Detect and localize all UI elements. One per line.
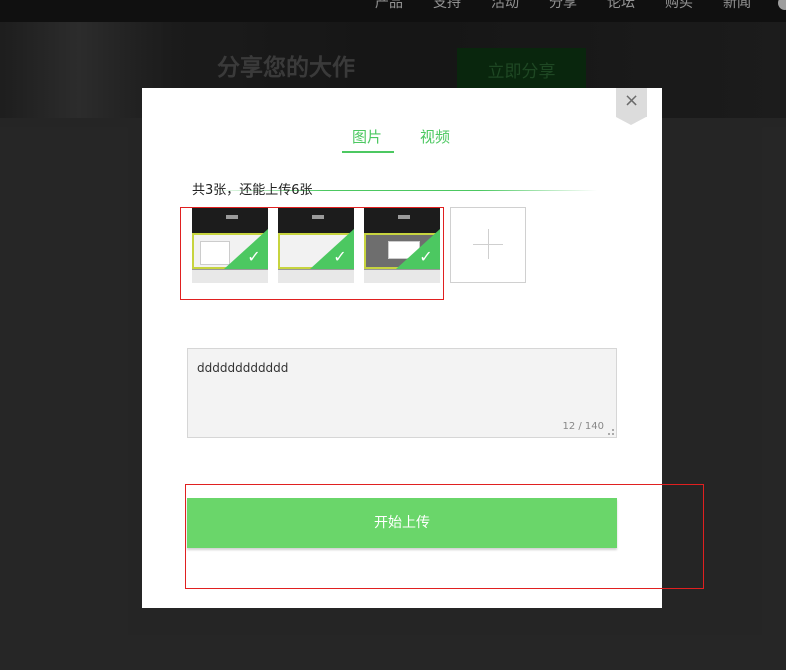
tab-videos[interactable]: 视频 (420, 126, 450, 147)
upload-count-status: 共3张，还能上传6张 (192, 183, 313, 198)
close-button[interactable]: × (616, 88, 647, 125)
description-box: dddddddddddd 12 / 140 (187, 348, 617, 438)
start-upload-button[interactable]: 开始上传 (187, 498, 617, 548)
upload-dialog: × 图片 视频 共3张，还能上传6张 ✓ ✓ ✓ dddddddddddd 12… (142, 88, 662, 608)
close-icon[interactable]: × (616, 88, 647, 113)
image-thumbnail[interactable]: ✓ (364, 207, 440, 283)
image-thumbnail[interactable]: ✓ (278, 207, 354, 283)
add-image-button[interactable] (450, 207, 526, 283)
description-input[interactable]: dddddddddddd (188, 349, 616, 437)
image-thumbnail[interactable]: ✓ (192, 207, 268, 283)
check-icon: ✓ (419, 247, 433, 266)
plus-icon[interactable] (451, 208, 525, 282)
media-tabs: 图片 视频 (142, 126, 662, 191)
check-icon: ✓ (247, 247, 261, 266)
active-tab-indicator (342, 151, 394, 153)
check-icon: ✓ (333, 247, 347, 266)
character-counter: 12 / 140 (562, 421, 604, 432)
tab-pictures[interactable]: 图片 (352, 126, 382, 147)
resize-icon[interactable] (608, 429, 614, 435)
